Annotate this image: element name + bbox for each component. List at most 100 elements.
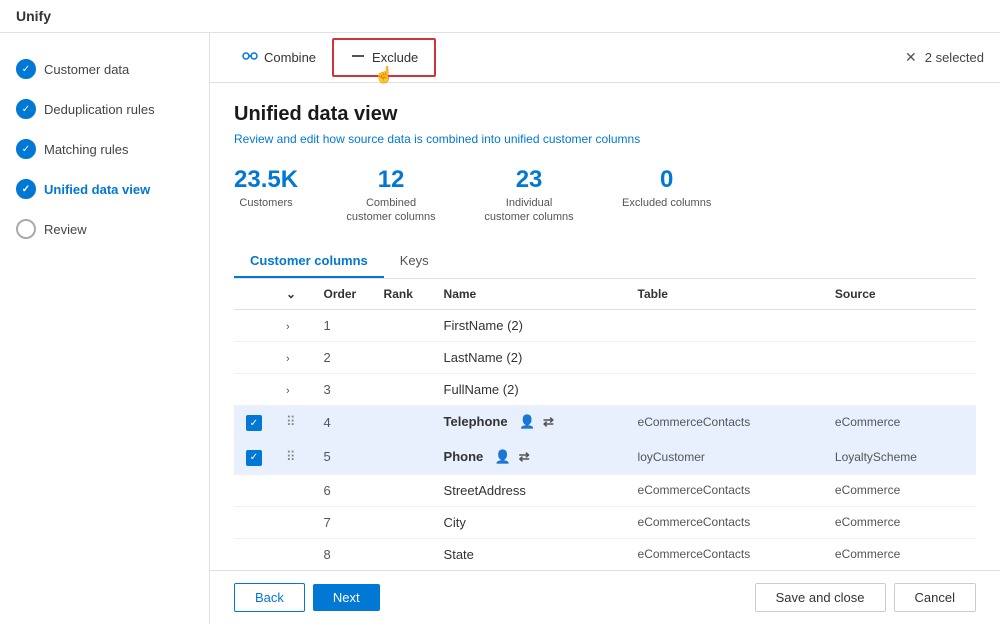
drag-icon[interactable]: ⠿ (286, 414, 296, 429)
stat-number-excluded-columns: 0 (622, 166, 711, 194)
cell-checkbox-5[interactable]: ✓ (234, 440, 274, 475)
cell-expand-6 (274, 474, 312, 506)
stat-number-combined-columns: 12 (346, 166, 436, 194)
footer: Back Next Save and close Cancel (210, 570, 1000, 624)
sidebar-item-label-deduplication-rules: Deduplication rules (44, 102, 155, 117)
back-button[interactable]: Back (234, 583, 305, 612)
sidebar: ✓Customer data✓Deduplication rules✓Match… (0, 33, 210, 624)
sidebar-item-matching-rules[interactable]: ✓Matching rules (0, 129, 209, 169)
page-title: Unified data view (234, 103, 976, 126)
cell-order-4: 4 (312, 405, 372, 440)
sidebar-item-unified-data-view[interactable]: ✓Unified data view (0, 169, 209, 209)
cell-source-2 (823, 341, 976, 373)
tab-customer-columns[interactable]: Customer columns (234, 245, 384, 278)
content-area: Combine Exclude ☝ ✕ 2 selected (210, 33, 1000, 624)
cell-expand-4: ⠿ (274, 405, 312, 440)
stat-label-customers: Customers (234, 196, 298, 210)
cell-checkbox-4[interactable]: ✓ (234, 405, 274, 440)
stat-number-customers: 23.5K (234, 166, 298, 194)
cell-name-1: FirstName (2) (432, 309, 626, 341)
cell-table-3 (626, 373, 823, 405)
cell-name-7: City (432, 506, 626, 538)
exclude-icon (350, 48, 366, 67)
combine-button[interactable]: Combine (226, 40, 332, 75)
th-rank: Rank (372, 279, 432, 310)
main-layout: ✓Customer data✓Deduplication rules✓Match… (0, 33, 1000, 624)
cell-order-5: 5 (312, 440, 372, 475)
exclude-button[interactable]: Exclude ☝ (332, 38, 436, 77)
cell-checkbox-6[interactable] (234, 474, 274, 506)
save-close-button[interactable]: Save and close (755, 583, 886, 612)
cell-order-2: 2 (312, 341, 372, 373)
toolbar-right: ✕ 2 selected (905, 49, 984, 66)
cell-checkbox-7[interactable] (234, 506, 274, 538)
cell-rank-3 (372, 373, 432, 405)
table-row: ✓⠿5Phone 👤 ⇄loyCustomerLoyaltyScheme (234, 440, 976, 475)
th-expand: ⌄ (274, 279, 312, 310)
cell-name-4: Telephone 👤 ⇄ (432, 405, 626, 440)
sidebar-item-deduplication-rules[interactable]: ✓Deduplication rules (0, 89, 209, 129)
x-icon: ✕ (905, 49, 917, 66)
sidebar-item-review[interactable]: Review (0, 209, 209, 249)
cell-order-6: 6 (312, 474, 372, 506)
link-icon: ⇄ (543, 414, 554, 429)
cell-checkbox-3[interactable] (234, 373, 274, 405)
next-button[interactable]: Next (313, 584, 380, 611)
expand-icon[interactable]: › (286, 353, 290, 365)
step-circle-unified-data-view: ✓ (16, 179, 36, 199)
stat-individual-columns: 23Individual customer columns (484, 166, 574, 225)
cell-table-6: eCommerceContacts (626, 474, 823, 506)
stat-label-excluded-columns: Excluded columns (622, 196, 711, 210)
cell-checkbox-2[interactable] (234, 341, 274, 373)
th-name: Name (432, 279, 626, 310)
cell-expand-3[interactable]: › (274, 373, 312, 405)
row-name-text: Telephone (444, 414, 508, 429)
cell-source-3 (823, 373, 976, 405)
cell-source-8: eCommerce (823, 538, 976, 570)
stat-combined-columns: 12Combined customer columns (346, 166, 436, 225)
th-order: Order (312, 279, 372, 310)
cell-rank-5 (372, 440, 432, 475)
app-title: Unify (16, 8, 51, 24)
stat-customers: 23.5K Customers (234, 166, 298, 225)
cell-expand-1[interactable]: › (274, 309, 312, 341)
expand-icon[interactable]: › (286, 385, 290, 397)
cell-expand-7 (274, 506, 312, 538)
sidebar-item-customer-data[interactable]: ✓Customer data (0, 49, 209, 89)
cancel-button[interactable]: Cancel (894, 583, 976, 612)
cell-order-1: 1 (312, 309, 372, 341)
cell-expand-8 (274, 538, 312, 570)
stat-number-individual-columns: 23 (484, 166, 574, 194)
stats-row: 23.5K Customers 12Combined customer column… (234, 166, 976, 225)
checkbox-checked[interactable]: ✓ (246, 415, 262, 431)
cell-checkbox-1[interactable] (234, 309, 274, 341)
cell-table-4: eCommerceContacts (626, 405, 823, 440)
table-row: 8StateeCommerceContactseCommerce (234, 538, 976, 570)
cursor-indicator: ☝ (374, 65, 394, 85)
cell-table-8: eCommerceContacts (626, 538, 823, 570)
app-title-bar: Unify (0, 0, 1000, 33)
cell-rank-2 (372, 341, 432, 373)
cell-name-3: FullName (2) (432, 373, 626, 405)
cell-table-1 (626, 309, 823, 341)
expand-icon[interactable]: › (286, 321, 290, 333)
drag-icon[interactable]: ⠿ (286, 449, 296, 464)
person-icon: 👤 (495, 449, 511, 464)
cell-expand-2[interactable]: › (274, 341, 312, 373)
step-circle-customer-data: ✓ (16, 59, 36, 79)
tab-keys[interactable]: Keys (384, 245, 445, 278)
table-row: › 1 FirstName (2) (234, 309, 976, 341)
cell-rank-8 (372, 538, 432, 570)
checkbox-checked[interactable]: ✓ (246, 450, 262, 466)
cell-order-3: 3 (312, 373, 372, 405)
th-checkbox (234, 279, 274, 310)
sort-icon: ⌄ (286, 287, 296, 301)
cell-order-8: 8 (312, 538, 372, 570)
footer-right: Save and close Cancel (755, 583, 976, 612)
cell-checkbox-8[interactable] (234, 538, 274, 570)
cell-name-6: StreetAddress (432, 474, 626, 506)
sidebar-item-label-review: Review (44, 222, 87, 237)
combine-icon (242, 48, 258, 67)
cell-source-7: eCommerce (823, 506, 976, 538)
table-row: ›2LastName (2) (234, 341, 976, 373)
